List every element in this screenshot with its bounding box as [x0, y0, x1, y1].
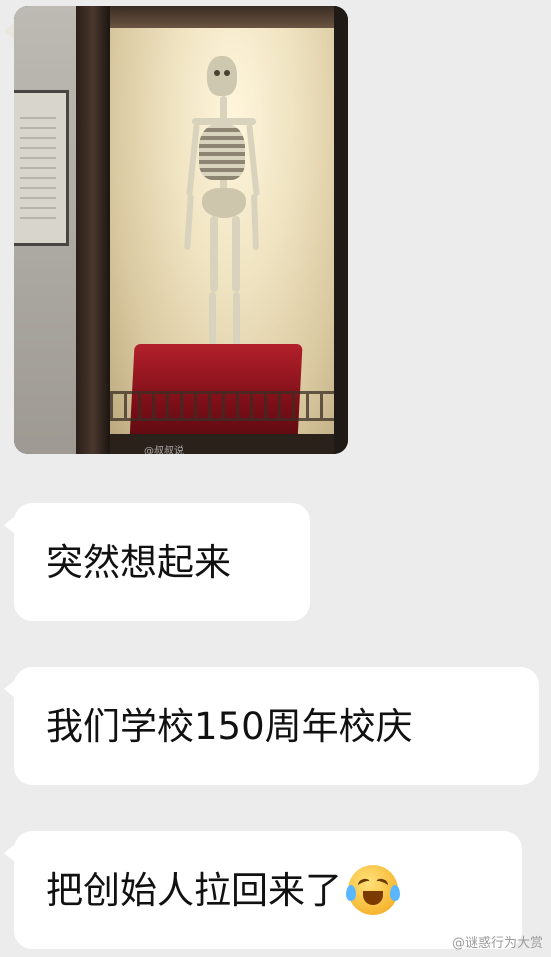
wall-sign — [14, 90, 69, 246]
skeleton-pelvis — [202, 188, 246, 218]
skeleton-skull — [207, 56, 237, 96]
chat-thread: @叔叔说 突然想起来 我们学校150周年校庆 把创始人拉回来了 @谜惑行为大赏 — [0, 0, 551, 957]
message-bubble[interactable]: 突然想起来 — [14, 503, 310, 621]
message-text: 我们学校150周年校庆 — [46, 704, 413, 748]
message-text: 把创始人拉回来了 — [46, 868, 342, 912]
message-bubble[interactable]: 把创始人拉回来了 — [14, 831, 522, 949]
photo-watermark: @叔叔说 — [144, 446, 184, 454]
message-bubble[interactable]: 我们学校150周年校庆 — [14, 667, 539, 785]
skeleton-ribs — [199, 124, 245, 180]
message-text: 突然想起来 — [46, 540, 231, 584]
page-watermark: @谜惑行为大赏 — [451, 936, 543, 951]
image-message[interactable]: @叔叔说 — [14, 6, 348, 454]
crying-laughing-emoji-icon — [346, 865, 400, 915]
